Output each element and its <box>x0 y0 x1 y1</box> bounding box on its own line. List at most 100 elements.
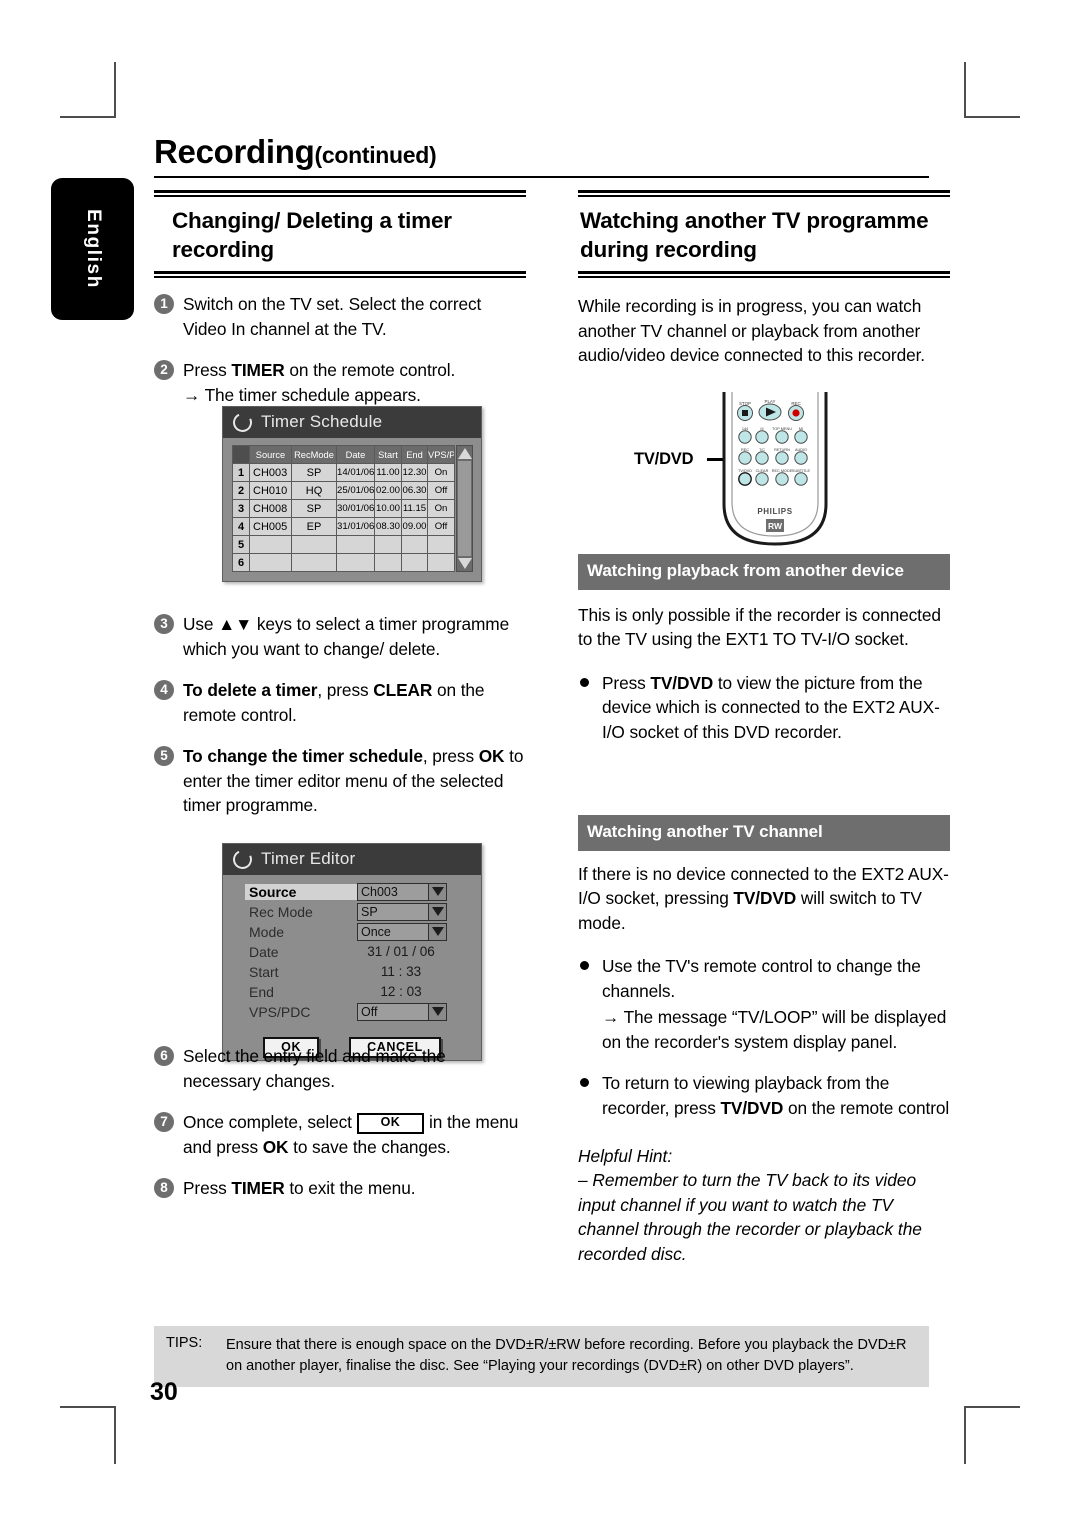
helpful-hint-title: Helpful Hint: <box>578 1145 673 1166</box>
cell-source: CH003 <box>249 463 292 482</box>
svg-text:PLAY: PLAY <box>765 399 776 404</box>
bullet-substep: → The message “TV/LOOP” will be displaye… <box>602 1007 947 1052</box>
field-dropdown[interactable]: Once <box>357 922 447 941</box>
step-6: 6 Select the entry field and make the ne… <box>154 1044 526 1093</box>
right-intro-paragraph: While recording is in progress, you can … <box>578 296 926 366</box>
chevron-down-icon[interactable] <box>428 903 446 920</box>
cell-recmode <box>291 553 337 572</box>
cell-source: CH010 <box>249 481 292 500</box>
step-number: 1 <box>154 294 174 315</box>
cell-source: CH005 <box>249 517 292 536</box>
timer-editor-row-end[interactable]: End 12 : 03 <box>245 982 467 1001</box>
table-row[interactable]: 5 <box>232 535 455 554</box>
timer-schedule-title: Timer Schedule <box>261 412 383 431</box>
field-value: SP <box>361 904 378 919</box>
page-number: 30 <box>150 1378 178 1406</box>
title-divider <box>154 176 929 178</box>
rule-below <box>154 271 526 279</box>
step-5: 5 To change the timer schedule, press OK… <box>154 744 526 818</box>
step-number: 7 <box>154 1112 174 1133</box>
table-row[interactable]: 3 CH008 SP 30/01/06 10.00 11.15 On <box>232 499 455 518</box>
cell-source: CH008 <box>249 499 292 518</box>
timer-editor-row-vps-pdc[interactable]: VPS/PDC Off <box>245 1002 467 1021</box>
cell-vpspdc <box>427 553 455 572</box>
rule-above <box>578 190 950 197</box>
language-tab-label: English <box>82 209 104 289</box>
cell-end <box>401 553 428 572</box>
cell-date: 30/01/06 <box>336 499 375 518</box>
scroll-up-arrow-icon[interactable] <box>457 448 472 459</box>
cell-start: 11.00 <box>374 463 402 482</box>
cell-end: 06.30 <box>401 481 428 500</box>
cell-recmode: SP <box>291 463 337 482</box>
right-section-2: Watching another TV channel If there is … <box>578 815 950 1266</box>
disc-icon <box>230 846 255 872</box>
scrollbar-thumb[interactable] <box>458 461 471 556</box>
field-label: Rec Mode <box>249 903 313 920</box>
table-row[interactable]: 6 <box>232 553 455 572</box>
left-section-header: Changing/ Deleting a timer recording <box>154 190 526 279</box>
step-number: 3 <box>154 614 174 634</box>
bullet-dot-icon <box>580 961 589 971</box>
chevron-down-icon[interactable] <box>428 923 446 940</box>
right-section-header: Watching another TV programme during rec… <box>578 190 950 279</box>
right-section-1: Watching playback from another device Th… <box>578 554 950 761</box>
field-dropdown[interactable]: SP <box>357 902 447 921</box>
field-label: End <box>249 983 274 1000</box>
scroll-down-arrow-icon[interactable] <box>457 558 472 569</box>
timer-editor-row-mode[interactable]: Mode Once <box>245 922 467 941</box>
field-label: Source <box>245 883 357 900</box>
section-2-paragraph: If there is no device connected to the E… <box>578 863 949 933</box>
row-index: 2 <box>232 481 250 500</box>
cell-source <box>249 535 292 554</box>
bullet-return-to-playback: To return to viewing playback from the r… <box>578 1071 950 1120</box>
cell-vpspdc <box>427 535 455 554</box>
cell-vpspdc: On <box>427 499 455 518</box>
timer-editor-screen: Timer Editor Source Ch003 Rec Mode SP Mode On… <box>222 843 482 1061</box>
table-row[interactable]: 4 CH005 EP 31/01/06 08.30 09.00 Off <box>232 517 455 536</box>
row-index: 1 <box>232 463 250 482</box>
step-3: 3 Use ▲▼ keys to select a timer programm… <box>154 612 526 661</box>
chevron-down-icon[interactable] <box>428 1003 446 1020</box>
timer-editor-row-rec-mode[interactable]: Rec Mode SP <box>245 902 467 921</box>
step-text: Once complete, select OK in the menu and… <box>183 1112 519 1157</box>
cell-recmode: EP <box>291 517 337 536</box>
section-1-paragraph: This is only possible if the recorder is… <box>578 604 941 650</box>
step-4: 4 To delete a timer, press CLEAR on the … <box>154 678 526 727</box>
cell-date: 14/01/06 <box>336 463 375 482</box>
step-number: 5 <box>154 746 174 767</box>
cell-start: 10.00 <box>374 499 402 518</box>
bullet-dot-icon <box>580 1078 589 1088</box>
tvdvd-callout-label: TV/DVD <box>634 450 694 468</box>
field-value: Off <box>361 1004 378 1019</box>
svg-text:PHILIPS: PHILIPS <box>757 507 792 516</box>
tips-footer: TIPS: Ensure that there is enough space … <box>154 1326 929 1388</box>
table-row[interactable]: 2 CH010 HQ 25/01/06 02.00 06.30 Off <box>232 481 455 500</box>
section-heading-playback-from-device: Watching playback from another device <box>578 554 950 590</box>
field-value: 12 : 03 <box>380 984 422 999</box>
row-index: 6 <box>232 553 250 572</box>
timer-editor-row-date[interactable]: Date 31 / 01 / 06 <box>245 942 467 961</box>
timer-editor-row-source[interactable]: Source Ch003 <box>245 882 467 901</box>
step-2-substep: → The timer schedule appears. <box>183 384 421 405</box>
table-row[interactable]: 1 CH003 SP 14/01/06 11.00 12.30 On <box>232 463 455 482</box>
right-section-heading: Watching another TV programme during rec… <box>580 208 929 263</box>
table-header-row: Source RecMode Date Start End VPS/PDC <box>232 445 455 464</box>
right-column: Watching another TV programme during rec… <box>578 190 950 368</box>
page-title-main: Recording <box>154 133 315 170</box>
cell-vpspdc: Off <box>427 481 455 500</box>
section-heading-another-tv-channel: Watching another TV channel <box>578 815 950 851</box>
cell-recmode: HQ <box>291 481 337 500</box>
timer-schedule-scrollbar[interactable] <box>456 445 473 572</box>
field-label: Date <box>249 943 279 960</box>
cell-start <box>374 535 402 554</box>
field-dropdown[interactable]: Ch003 <box>357 882 447 901</box>
left-column-steps-345: 3 Use ▲▼ keys to select a timer programm… <box>154 612 526 835</box>
timer-editor-row-start[interactable]: Start 11 : 33 <box>245 962 467 981</box>
remote-control-illustration: STOP PLAY REC 144 III TOP MENU MI REC T/… <box>700 380 850 552</box>
chevron-down-icon[interactable] <box>428 883 446 900</box>
field-dropdown[interactable]: Off <box>357 1002 447 1021</box>
step-1: 1 Switch on the TV set. Select the corre… <box>154 292 526 341</box>
field-value: 31 / 01 / 06 <box>367 944 435 959</box>
field-value: 11 : 33 <box>380 964 422 979</box>
